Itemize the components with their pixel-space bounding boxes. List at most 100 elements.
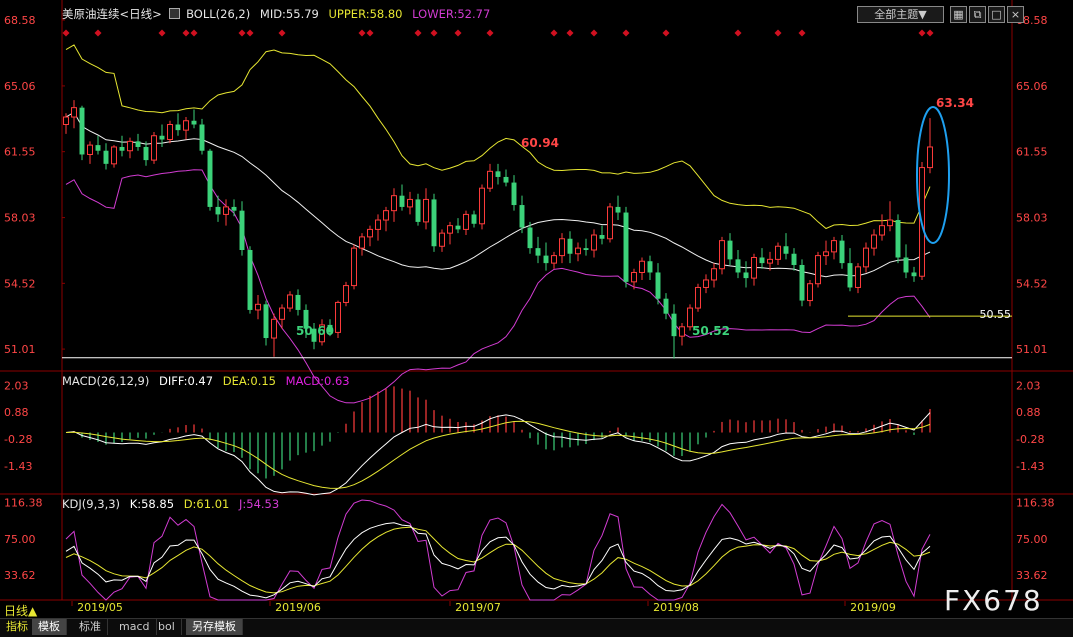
candle-body [271, 318, 277, 339]
candle-body [103, 150, 109, 164]
candle-body [535, 248, 541, 256]
candle-body [463, 213, 469, 230]
candle-body [495, 171, 501, 177]
kdj-y-tick-left: 75.00 [4, 533, 36, 546]
candle-body [263, 304, 269, 339]
boll-mid-value: MID:55.79 [259, 7, 319, 21]
main-header: 美原油连续<日线> BOLL(26,2) MID:55.79 UPPER:58.… [62, 6, 496, 22]
event-marker-icon [590, 29, 598, 37]
x-axis-labels: 2019/05 2019/06 2019/07 2019/08 2019/09 [71, 601, 896, 614]
y-tick-left: 68.58 [4, 14, 36, 27]
candle-body [575, 247, 581, 255]
event-marker-icon [430, 29, 438, 37]
boll-mid-line [65, 111, 931, 278]
macd-y-tick-left: 0.88 [4, 406, 29, 419]
macd-indicator-name[interactable]: MACD(26,12,9) [62, 374, 149, 388]
kdj-d-line [65, 526, 931, 594]
indicator-tab[interactable]: 指标 [0, 619, 35, 635]
candle-body [351, 247, 357, 287]
event-marker-icon [366, 29, 374, 37]
restore-icon[interactable]: ⧉ [969, 6, 986, 23]
kdj-indicator-name[interactable]: KDJ(9,3,3) [62, 497, 120, 511]
candle-body [191, 120, 197, 125]
chart-canvas[interactable]: 68.58 68.5865.06 65.0661.55 61.5558.03 58.03… [0, 0, 1073, 636]
close-icon[interactable]: × [1007, 6, 1024, 23]
candle-body [895, 220, 901, 258]
tab-bol[interactable]: bol [152, 619, 182, 635]
candle-body [615, 206, 621, 213]
candle-body [743, 272, 749, 279]
boll-upper-line [65, 44, 931, 230]
theme-dropdown[interactable]: 全部主题▼ [857, 6, 944, 23]
candle-body [479, 187, 485, 225]
macd-value: MACD:0.63 [285, 374, 350, 388]
candle-body [143, 146, 149, 161]
kdj-panel: 116.38 116.38 75.00 75.00 33.62 33.62 [4, 497, 1055, 601]
macd-y-tick-right: 2.03 [1016, 379, 1041, 392]
candle-body [815, 255, 821, 285]
candle-body [639, 260, 645, 273]
y-tick-left: 58.03 [4, 212, 36, 225]
candle-body [863, 247, 869, 268]
candle-body [199, 124, 205, 151]
event-marker-icon [182, 29, 190, 37]
x-tick-label: 2019/08 [653, 601, 699, 614]
macd-y-tick-right: 0.88 [1016, 406, 1041, 419]
tab-macd[interactable]: macd [113, 619, 157, 635]
candle-body [231, 206, 237, 211]
x-tick-label: 2019/07 [455, 601, 501, 614]
instrument-title: 美原油连续<日线> [62, 7, 162, 21]
candle-body [759, 257, 765, 264]
tab-save-template[interactable]: 另存模板 [186, 619, 243, 635]
low-price-label-1: 50.60 [296, 324, 334, 338]
kdj-header: KDJ(9,3,3) K:58.85 D:61.01 J:54.53 [62, 497, 285, 511]
macd-header: MACD(26,12,9) DIFF:0.47 DEA:0.15 MACD:0.… [62, 374, 356, 388]
candle-body [679, 326, 685, 337]
candle-body [79, 107, 85, 155]
grid-icon[interactable]: ▦ [950, 6, 967, 23]
kdj-y-tick-left: 33.62 [4, 569, 36, 582]
candle-body [607, 206, 613, 240]
candle-body [487, 170, 493, 189]
candle-body [431, 199, 437, 247]
candle-body [871, 234, 877, 249]
boll-indicator-name[interactable]: BOLL(26,2) [186, 7, 250, 21]
event-marker-icon [662, 29, 670, 37]
event-marker-icon [414, 29, 422, 37]
candle-body [367, 228, 373, 238]
support-price-label: 50.55 [980, 308, 1012, 321]
y-tick-right: 54.52 [1016, 277, 1048, 290]
y-tick-left: 61.55 [4, 146, 36, 159]
candle-body [783, 246, 789, 254]
maximize-icon[interactable]: □ [988, 6, 1005, 23]
boll-bands [62, 44, 1012, 404]
macd-y-tick-left: 2.03 [4, 379, 29, 392]
tab-template[interactable]: 模板 [32, 619, 67, 635]
indicator-toggle-icon[interactable] [169, 8, 181, 19]
event-marker-icon [454, 29, 462, 37]
macd-dea-value: DEA:0.15 [222, 374, 277, 388]
candle-body [559, 238, 565, 257]
candle-body [239, 210, 245, 250]
candle-body [207, 150, 213, 207]
candle-body [775, 245, 781, 260]
low-price-label-2: 50.52 [692, 324, 730, 338]
boll-upper-value: UPPER:58.80 [328, 7, 403, 21]
candle-body [255, 303, 261, 311]
candle-body [695, 286, 701, 309]
price-annotations: 63.34 60.94 50.60 50.52 50.55 [296, 96, 1011, 338]
candle-body [727, 240, 733, 260]
period-label[interactable]: 日线▲ [4, 602, 37, 619]
event-marker-icon [246, 29, 254, 37]
x-tick-label: 2019/05 [77, 601, 123, 614]
candle-body [767, 258, 773, 264]
tab-standard[interactable]: 标准 [73, 619, 108, 635]
macd-y-tick-right: -0.28 [1016, 433, 1044, 446]
event-marker-icon [798, 29, 806, 37]
candle-body [631, 271, 637, 283]
candle-body [927, 146, 933, 169]
candle-body [703, 279, 709, 288]
event-marker-icon [734, 29, 742, 37]
watermark-logo: FX678 [944, 584, 1043, 617]
candle-body [63, 116, 69, 126]
